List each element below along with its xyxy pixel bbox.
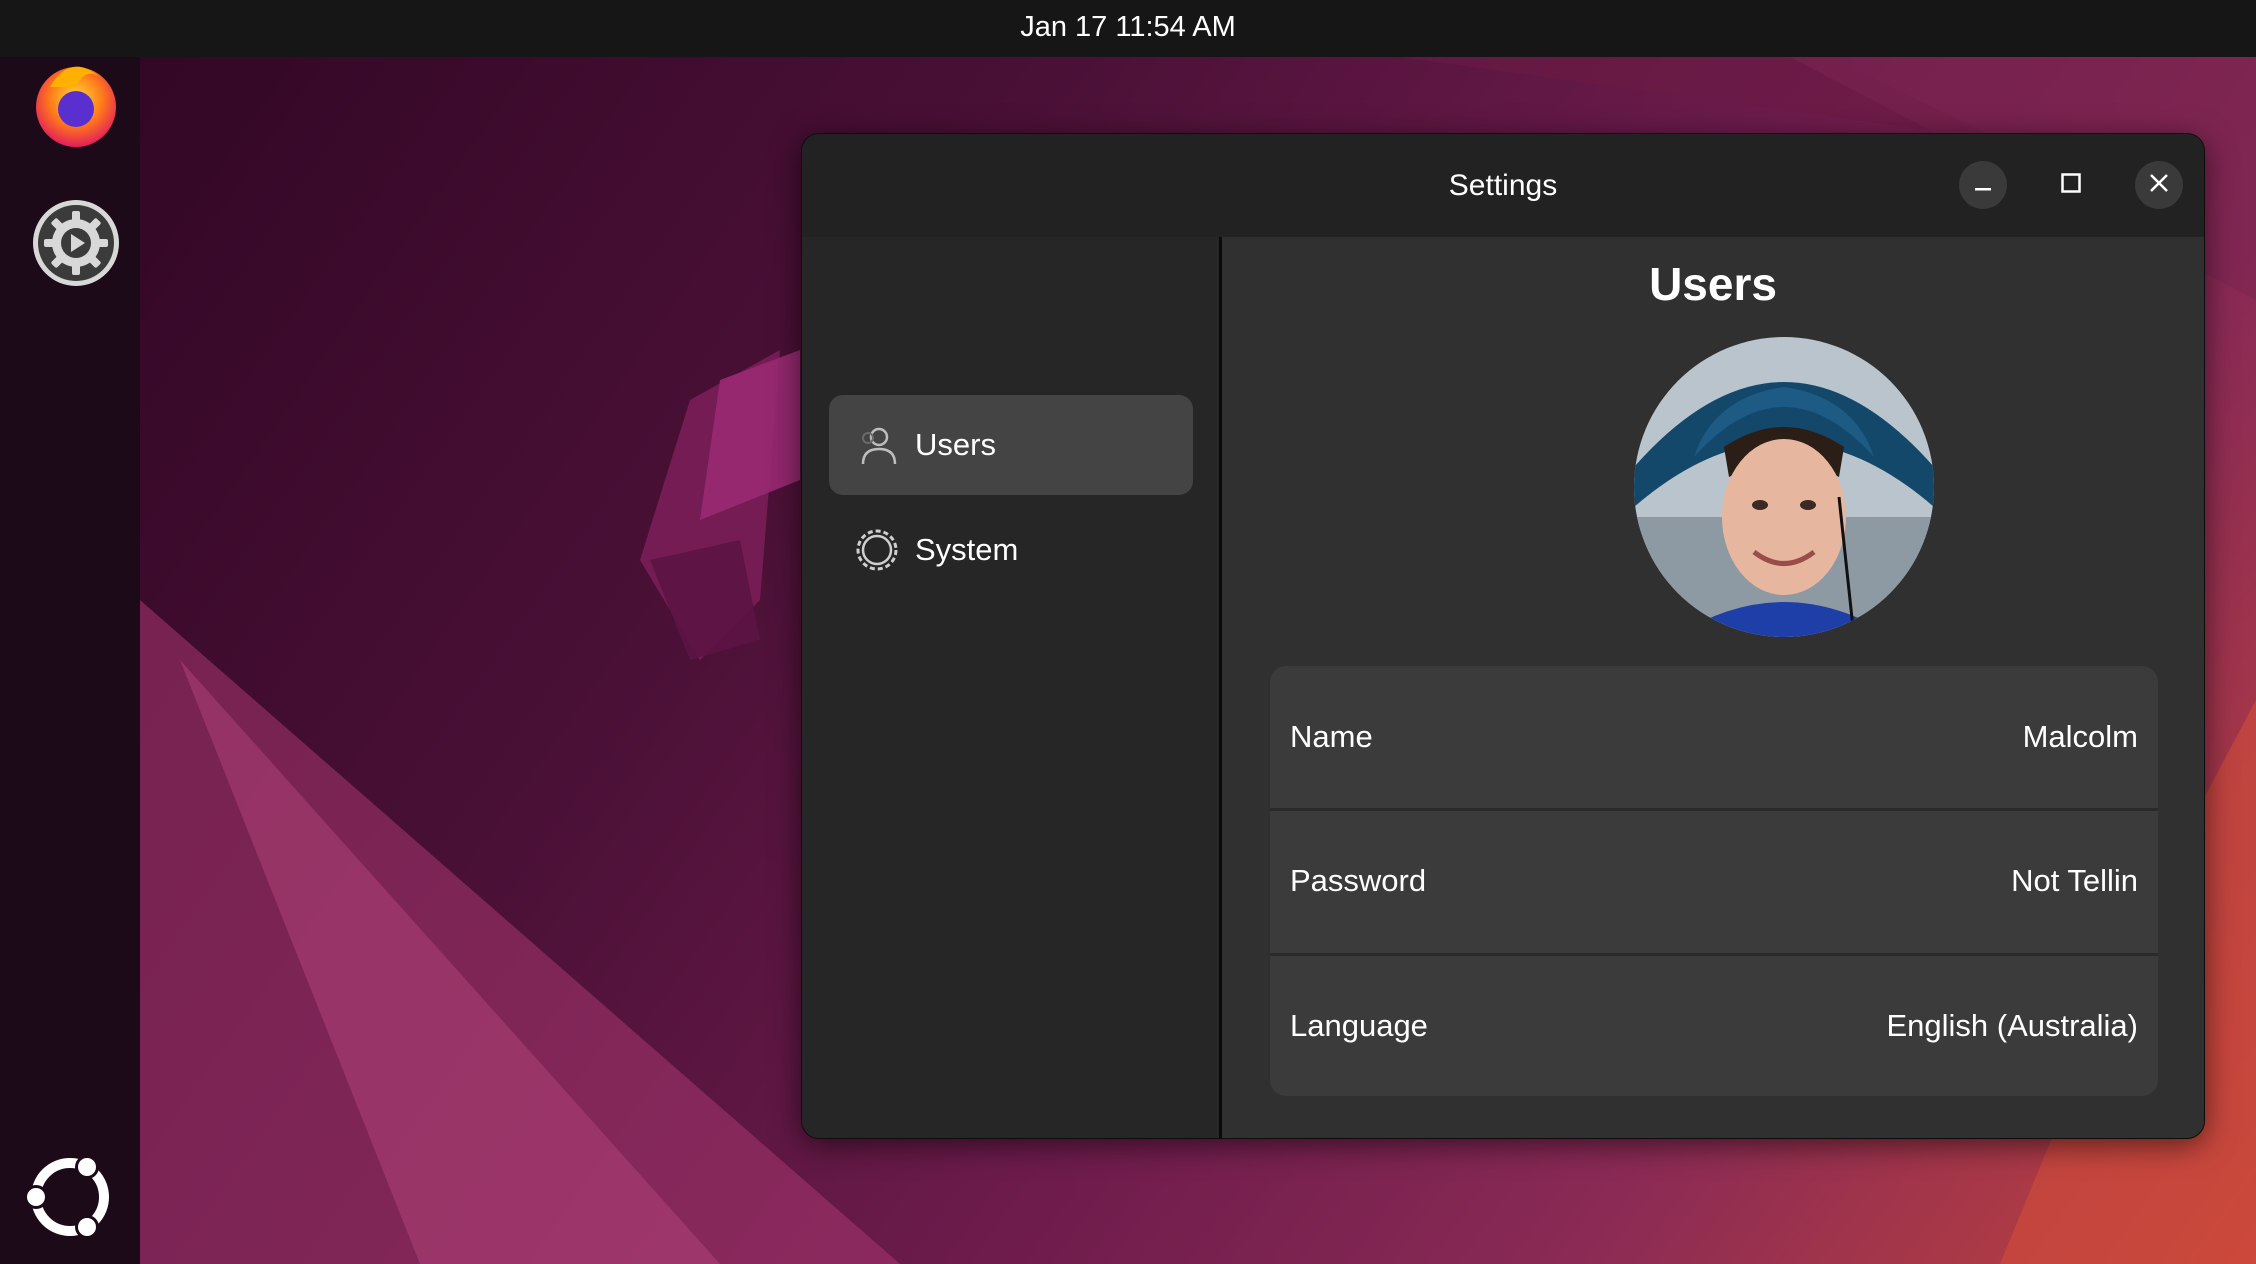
- sidebar-item-system[interactable]: System: [829, 500, 1193, 600]
- minimize-icon: [1973, 173, 1993, 197]
- password-value: Not Tellin: [2011, 863, 2138, 898]
- dock: [0, 57, 140, 1264]
- firefox-icon: [30, 57, 122, 153]
- language-row[interactable]: Language English (Australia): [1270, 955, 2158, 1096]
- sidebar-item-label: Users: [915, 427, 996, 462]
- close-button[interactable]: [2135, 161, 2183, 209]
- name-value: Malcolm: [2022, 719, 2138, 754]
- dock-item-settings[interactable]: [28, 197, 124, 293]
- user-icon: [849, 417, 905, 473]
- maximize-button[interactable]: [2047, 161, 2095, 209]
- clock[interactable]: Jan 17 11:54 AM: [0, 0, 2256, 57]
- close-icon: [2148, 172, 2170, 198]
- gear-icon: [31, 198, 121, 292]
- settings-window: Settings Users System Users Name Malcolm…: [801, 133, 2205, 1139]
- window-titlebar[interactable]: Settings: [802, 134, 2204, 237]
- page-title: Users: [1649, 258, 1777, 310]
- sidebar: Users System: [802, 237, 1222, 1138]
- language-label: Language: [1290, 1008, 1428, 1043]
- content-pane: Users Name Malcolm Password Not Tellin L…: [1222, 237, 2204, 1138]
- avatar[interactable]: [1634, 337, 1934, 637]
- maximize-icon: [2060, 172, 2082, 198]
- sidebar-item-label: System: [915, 532, 1019, 567]
- dock-item-firefox[interactable]: [28, 57, 124, 153]
- name-row[interactable]: Name Malcolm: [1270, 666, 2158, 808]
- password-label: Password: [1290, 863, 1427, 898]
- top-bar: Jan 17 11:54 AM: [0, 0, 2256, 57]
- password-row[interactable]: Password Not Tellin: [1270, 810, 2158, 952]
- ubuntu-logo-icon: [20, 1147, 120, 1251]
- show-apps-button[interactable]: [18, 1147, 122, 1251]
- name-label: Name: [1290, 719, 1373, 754]
- user-info-list: Name Malcolm Password Not Tellin Languag…: [1270, 666, 2158, 1096]
- sidebar-item-users[interactable]: Users: [829, 395, 1193, 495]
- gear-icon: [849, 522, 905, 578]
- minimize-button[interactable]: [1959, 161, 2007, 209]
- language-value: English (Australia): [1886, 1008, 2138, 1043]
